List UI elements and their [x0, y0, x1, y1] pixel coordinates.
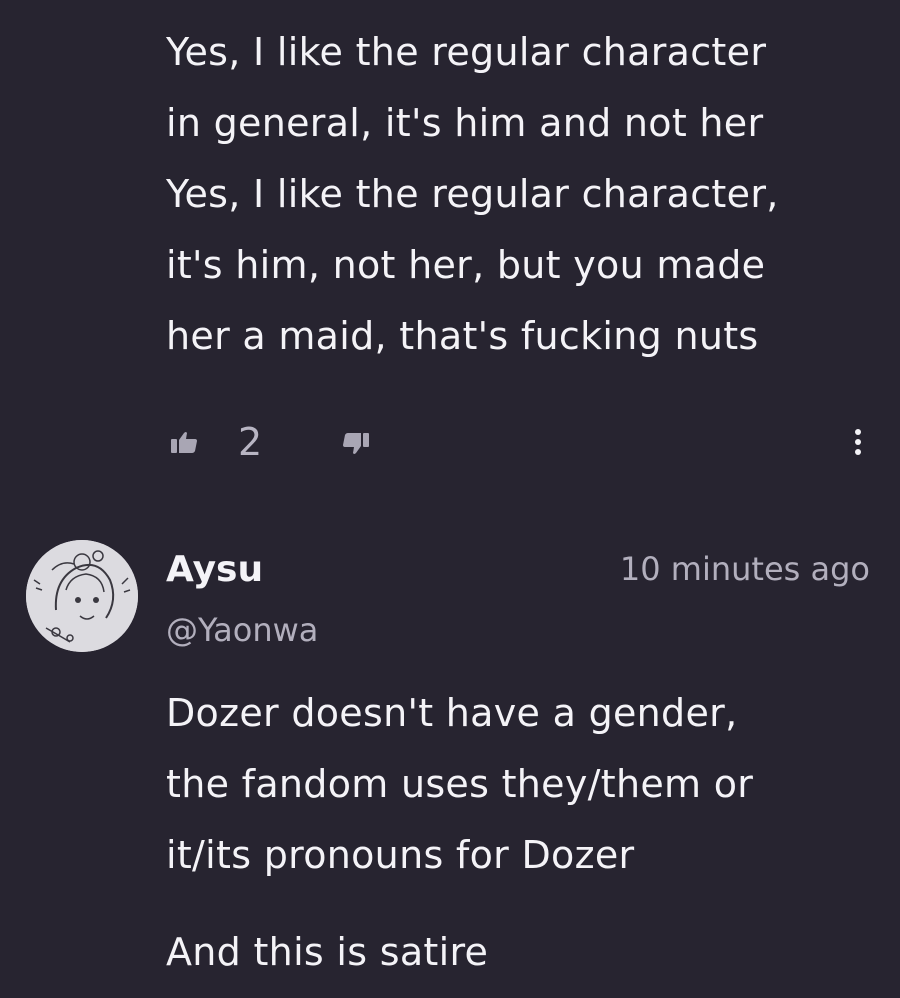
avatar[interactable]	[26, 540, 138, 652]
comment-body-paragraph: And this is satire	[166, 917, 886, 988]
comment-actions: 2	[166, 416, 870, 468]
comment-text-line: And this is satire	[166, 930, 489, 974]
comment-text-line: Dozer doesn't have a gender,	[166, 691, 738, 735]
comment-body: Yes, I like the regular character in gen…	[166, 17, 886, 372]
comment-text-line: it/its pronouns for Dozer	[166, 833, 635, 877]
comment-timestamp: 10 minutes ago	[619, 550, 870, 588]
thumbs-up-icon[interactable]	[170, 430, 198, 454]
like-count: 2	[238, 420, 263, 464]
thumbs-down-icon[interactable]	[342, 432, 370, 456]
vertical-ellipsis-icon[interactable]	[846, 424, 870, 460]
comment-text-line: in general, it's him and not her	[166, 101, 764, 145]
author-handle[interactable]: @Yaonwa	[166, 608, 318, 652]
comment-text-line: it's him, not her, but you made	[166, 243, 766, 287]
comment-body: Dozer doesn't have a gender, the fandom …	[166, 678, 886, 891]
comment-text-line: Yes, I like the regular character	[166, 30, 767, 74]
comment-text-line: the fandom uses they/them or	[166, 762, 754, 806]
comment-text-line: Yes, I like the regular character,	[166, 172, 779, 216]
comment-text-line: her a maid, that's fucking nuts	[166, 314, 759, 358]
author-name[interactable]: Aysu	[166, 545, 263, 595]
